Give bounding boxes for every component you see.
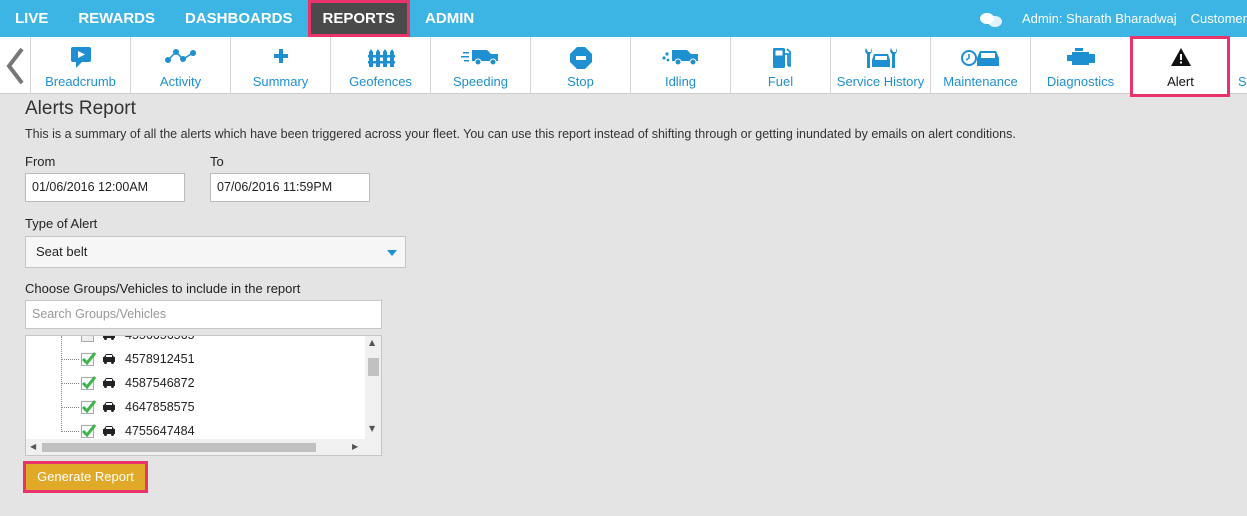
scroll-left-icon[interactable]: ◀	[30, 442, 36, 451]
checkbox[interactable]	[81, 424, 97, 438]
tab-activity[interactable]: Activity	[130, 37, 230, 94]
from-label: From	[25, 154, 56, 169]
to-date-input[interactable]: 07/06/2016 11:59PM	[210, 173, 370, 202]
chat-icon[interactable]	[979, 11, 1004, 27]
tab-label: Summary	[252, 74, 309, 89]
chevron-left-icon	[6, 47, 24, 84]
vehicle-tree: 4556656565 4578912451 4587546872 4647858…	[25, 335, 382, 456]
breadcrumb-icon	[70, 47, 91, 68]
check-icon	[81, 424, 97, 438]
tree-row[interactable]: 4578912451	[26, 348, 366, 372]
customer-label[interactable]: Customer	[1191, 11, 1247, 26]
tab-stop[interactable]: Stop	[530, 37, 630, 94]
page-title: Alerts Report	[25, 98, 136, 119]
search-groups-input[interactable]: Search Groups/Vehicles	[25, 300, 382, 329]
tab-label: Maintenance	[943, 74, 1018, 89]
report-tabs: Breadcrumb Activity Summary Geofences Sp…	[0, 36, 1247, 97]
fence-icon	[367, 49, 395, 67]
idling-truck-icon	[661, 50, 698, 66]
vehicle-id: 4647858575	[125, 400, 195, 414]
tab-label: Service History	[836, 74, 925, 89]
tab-speeding[interactable]: Speeding	[430, 37, 530, 94]
nav-reports[interactable]: REPORTS	[307, 0, 411, 37]
generate-report-button[interactable]: Generate Report	[23, 461, 148, 493]
engine-icon	[1066, 48, 1095, 65]
scroll-right-icon[interactable]: ▶	[352, 442, 358, 451]
activity-icon	[164, 49, 196, 63]
vehicle-id: 4556656565	[125, 335, 195, 342]
groups-label: Choose Groups/Vehicles to include in the…	[25, 281, 301, 296]
tab-label: Stop	[567, 74, 594, 89]
to-label: To	[210, 154, 224, 169]
checkbox[interactable]	[81, 352, 97, 366]
admin-name[interactable]: Admin: Sharath Bharadwaj	[1022, 11, 1177, 26]
wrench-car-icon	[864, 48, 897, 68]
tab-label: Geofences	[349, 74, 412, 89]
tab-service-history[interactable]: Service History	[830, 37, 930, 94]
tab-label: Idling	[664, 74, 697, 89]
check-icon	[81, 376, 97, 390]
top-nav-bar: LIVE REWARDS DASHBOARDS REPORTS ADMIN Ad…	[0, 0, 1247, 37]
car-icon	[103, 336, 115, 340]
main-nav: LIVE REWARDS DASHBOARDS REPORTS ADMIN	[0, 0, 489, 37]
checkbox[interactable]	[81, 336, 94, 342]
tab-label: Breadcrumb	[45, 74, 116, 89]
car-icon	[103, 426, 115, 436]
vehicle-id: 4755647484	[125, 424, 195, 438]
page-description: This is a summary of all the alerts whic…	[25, 127, 1016, 141]
tree-row[interactable]: 4587546872	[26, 372, 366, 396]
generate-report-label: Generate Report	[37, 469, 134, 484]
fuel-pump-icon	[772, 48, 791, 68]
car-icon	[103, 378, 115, 388]
tab-overflow[interactable]: S	[1238, 74, 1247, 89]
nav-dashboards[interactable]: DASHBOARDS	[170, 0, 308, 37]
scroll-down-icon[interactable]: ▼	[369, 424, 375, 433]
vertical-scrollbar[interactable]: ▲ ▼	[365, 336, 381, 439]
tab-fuel[interactable]: Fuel	[730, 37, 830, 94]
tabs-back-button[interactable]	[0, 37, 30, 94]
alert-type-value: Seat belt	[36, 244, 88, 259]
user-area: Admin: Sharath Bharadwaj Customer	[979, 0, 1247, 37]
speeding-truck-icon	[460, 50, 498, 66]
alert-type-select[interactable]: Seat belt	[25, 236, 406, 268]
check-icon	[81, 352, 97, 366]
horizontal-scrollbar[interactable]: ◀ ▶	[26, 439, 381, 455]
checkbox[interactable]	[81, 400, 97, 414]
maintenance-car-icon	[960, 50, 999, 66]
tab-breadcrumb[interactable]: Breadcrumb	[30, 37, 130, 94]
tab-label: Diagnostics	[1046, 74, 1115, 89]
tab-label: Fuel	[767, 74, 794, 89]
vehicle-id: 4587546872	[125, 376, 195, 390]
tab-maintenance[interactable]: Maintenance	[930, 37, 1030, 94]
alert-type-label: Type of Alert	[25, 216, 98, 231]
vehicle-id: 4578912451	[125, 352, 195, 366]
warning-icon	[1170, 48, 1191, 66]
chevron-down-icon	[387, 250, 397, 256]
tab-label: Speeding	[453, 74, 508, 89]
car-icon	[103, 354, 115, 364]
tree-row[interactable]: 4647858575	[26, 396, 366, 420]
nav-rewards[interactable]: REWARDS	[63, 0, 170, 37]
stop-icon	[569, 47, 592, 69]
check-icon	[81, 400, 97, 414]
vertical-scroll-thumb[interactable]	[368, 358, 379, 376]
car-icon	[103, 402, 115, 412]
tab-label: Alert	[1167, 74, 1194, 89]
checkbox[interactable]	[81, 376, 97, 390]
tab-diagnostics[interactable]: Diagnostics	[1030, 37, 1130, 94]
horizontal-scroll-thumb[interactable]	[42, 443, 316, 452]
nav-admin[interactable]: ADMIN	[410, 0, 489, 37]
scroll-up-icon[interactable]: ▲	[369, 338, 375, 347]
tab-label: Activity	[159, 74, 202, 89]
tab-alert[interactable]: Alert	[1130, 36, 1230, 97]
nav-live[interactable]: LIVE	[0, 0, 63, 37]
tab-summary[interactable]: Summary	[230, 37, 330, 94]
tab-idling[interactable]: Idling	[630, 37, 730, 94]
tree-row[interactable]: 4556656565	[26, 335, 366, 348]
from-date-input[interactable]: 01/06/2016 12:00AM	[25, 173, 185, 202]
plus-icon	[273, 49, 288, 63]
tab-geofences[interactable]: Geofences	[330, 37, 430, 94]
